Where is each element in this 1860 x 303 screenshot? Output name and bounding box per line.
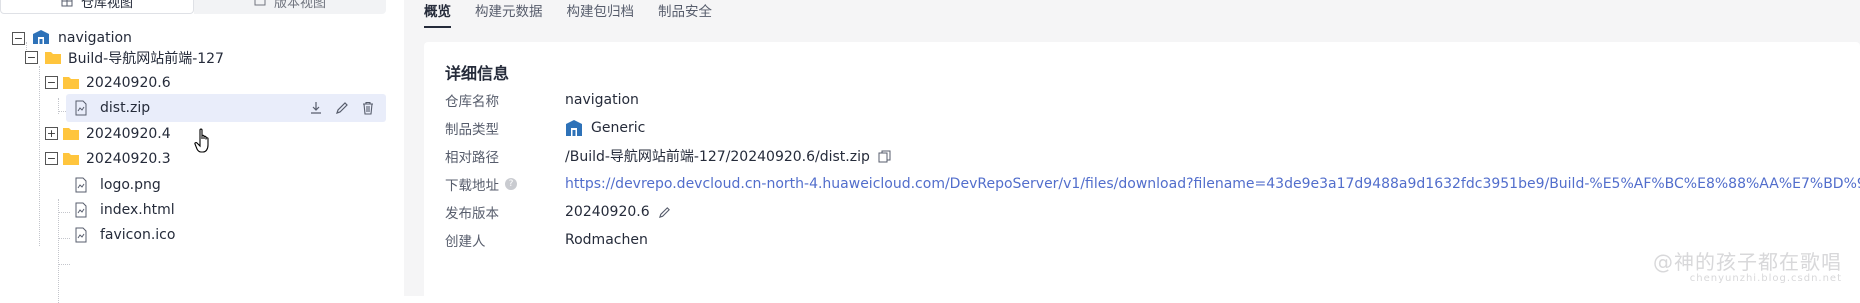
tree-node-label: 20240920.4 [86,126,171,142]
tab-overview[interactable]: 概览 [424,0,451,28]
row-label: 相对路径 [445,150,499,166]
tree-node-version[interactable]: − 20240920.3 [0,145,386,173]
tree-node-file[interactable]: index.html [0,196,386,224]
file-icon [75,177,87,193]
row-value: Generic [591,120,646,136]
tab-artifact-security[interactable]: 制品安全 [658,0,712,26]
row-value: /Build-导航网站前端-127/20240920.6/dist.zip [565,149,870,165]
tree-node-label: dist.zip [100,100,151,116]
detail-row-creator: 创建人 Rodmachen [445,228,648,252]
version-icon [254,0,266,6]
repository-tree-panel: 仓库视图 版本视图 − navigation − Build-导航网站前端-12… [0,0,410,303]
folder-icon [63,128,79,140]
detail-row-repo-name: 仓库名称 navigation [445,88,639,112]
row-value: navigation [565,92,639,108]
generic-type-icon [566,120,582,136]
tree-node-label: favicon.ico [100,227,176,243]
tree-node-label: index.html [100,202,175,218]
collapse-icon[interactable]: − [45,152,58,165]
file-icon [75,100,87,116]
tree-node-label: logo.png [100,177,161,193]
content-tabs: 概览 构建元数据 构建包归档 制品安全 [424,0,712,30]
row-label: 下载地址 [445,178,499,194]
artifact-detail-panel: 概览 构建元数据 构建包归档 制品安全 详细信息 仓库名称 navigation… [410,0,1860,302]
row-value: Rodmachen [565,232,648,248]
row-label: 发布版本 [445,206,499,222]
tree-node-label: 20240920.3 [86,151,171,167]
repo-view-label: 仓库视图 [80,0,133,11]
folder-icon [63,153,79,165]
detail-title: 详细信息 [445,64,510,83]
detail-row-release-version: 发布版本 20240920.6 [445,200,671,224]
edit-icon[interactable] [334,100,350,116]
detail-row-artifact-type: 制品类型 Generic [445,116,645,140]
row-label: 制品类型 [445,122,499,138]
grid-icon [61,0,73,7]
edit-icon[interactable] [658,206,671,219]
tree-node-build[interactable]: − Build-导航网站前端-127 [0,44,386,72]
expand-icon[interactable]: + [45,127,58,140]
row-value: 20240920.6 [565,204,650,220]
tree-node-label: 20240920.6 [86,75,171,91]
copy-icon[interactable] [878,150,891,163]
detail-row-download-url: 下载地址 ? https://devrepo.devcloud.cn-north… [445,172,1860,196]
row-label-wrap: 下载地址 ? [445,174,565,194]
collapse-icon[interactable]: − [25,51,38,64]
delete-icon[interactable] [360,100,376,116]
tree-node-version[interactable]: − 20240920.6 [0,69,386,97]
detail-card: 详细信息 仓库名称 navigation 制品类型 Generic 相对路径 /… [424,42,1860,302]
folder-icon [45,52,61,64]
repo-view-tab[interactable]: 仓库视图 [0,0,194,14]
tree-connector [58,264,70,265]
tree-node-label: Build-导航网站前端-127 [68,51,224,67]
file-icon [75,227,87,243]
tree-node-version[interactable]: + 20240920.4 [0,120,386,148]
collapse-icon[interactable]: − [45,76,58,89]
row-value-wrap: 20240920.6 [565,204,671,220]
watermark-author: @神的孩子都在歌唱 [1653,250,1842,274]
file-icon [75,202,87,218]
download-icon[interactable] [308,100,324,116]
row-value-wrap: Generic [565,120,645,136]
version-view-tab[interactable]: 版本视图 [194,0,386,14]
download-link[interactable]: https://devrepo.devcloud.cn-north-4.huaw… [565,176,1860,192]
tab-build-metadata[interactable]: 构建元数据 [475,0,543,26]
version-view-label: 版本视图 [273,0,326,11]
row-label: 仓库名称 [445,94,499,110]
row-value-wrap: /Build-导航网站前端-127/20240920.6/dist.zip [565,146,891,166]
watermark: @神的孩子都在歌唱 chenyunzhi.blog.csdn.net [1653,246,1842,284]
tab-build-archive[interactable]: 构建包归档 [567,0,635,26]
tree-node-file[interactable]: favicon.ico [0,221,386,249]
row-label: 创建人 [445,234,486,250]
folder-icon [63,77,79,89]
tree-node-file[interactable]: logo.png [0,171,386,199]
help-icon[interactable]: ? [505,178,517,190]
view-switcher: 仓库视图 版本视图 [0,0,386,14]
tree-node-file-selected[interactable]: dist.zip [66,94,386,122]
file-actions [308,100,376,116]
hand-cursor-icon [194,128,209,153]
detail-row-relative-path: 相对路径 /Build-导航网站前端-127/20240920.6/dist.z… [445,144,891,168]
